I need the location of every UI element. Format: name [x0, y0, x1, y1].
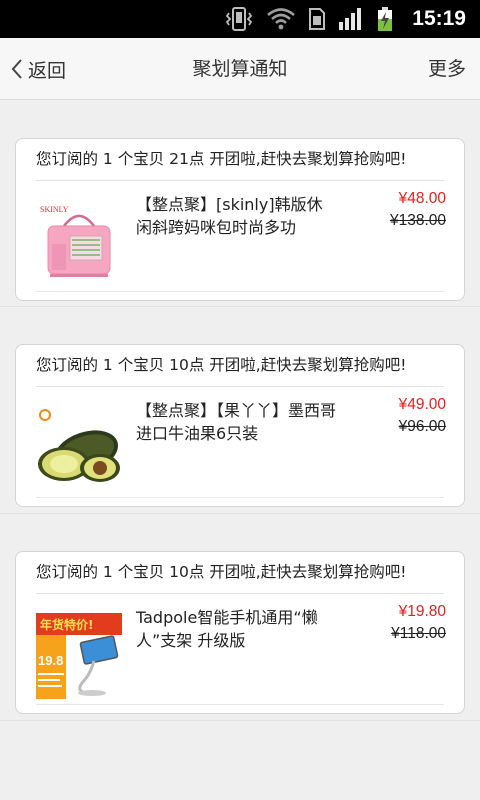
card-divider — [36, 497, 444, 498]
product-thumbnail: 年货特价! 19.8 — [36, 613, 122, 699]
status-bar: 15:19 — [0, 0, 480, 38]
product-thumbnail — [38, 409, 120, 482]
product-original-price: ¥96.00 — [398, 418, 446, 435]
product-item[interactable]: SKINLY 【整点聚】[skinly]韩版休闲斜跨妈咪包时尚多功 ¥48.00… — [36, 182, 446, 292]
notification-message: 您订阅的 1 个宝贝 10点 开团啦,赶快去聚划算抢购吧! — [36, 345, 444, 387]
product-item[interactable]: 【整点聚】【果丫丫】墨西哥进口牛油果6只装 ¥49.00 ¥96.00 — [36, 388, 446, 498]
wifi-icon — [267, 8, 296, 30]
product-name: 【整点聚】[skinly]韩版休闲斜跨妈咪包时尚多功 — [136, 195, 323, 237]
notification-section: 您订阅的 1 个宝贝 10点 开团啦,赶快去聚划算抢购吧! 年货特价! 19.8… — [0, 514, 480, 721]
page-title: 聚划算通知 — [192, 58, 288, 80]
sim-icon — [309, 8, 326, 30]
card-divider — [36, 291, 444, 292]
thumb-banner-text: 年货特价! — [40, 617, 93, 632]
battery-charging-icon — [378, 7, 393, 31]
status-icons: 15:19 — [224, 6, 466, 32]
product-name: Tadpole智能手机通用“懒人”支架 升级版 — [136, 608, 318, 650]
nav-bar: 返回 聚划算通知 更多 — [0, 38, 480, 100]
notification-message: 您订阅的 1 个宝贝 21点 开团啦,赶快去聚划算抢购吧! — [36, 139, 444, 181]
notification-card: 您订阅的 1 个宝贝 10点 开团啦,赶快去聚划算抢购吧! 年货特价! 19.8… — [15, 551, 465, 714]
signal-icon — [339, 8, 362, 30]
more-button[interactable]: 更多 — [428, 38, 466, 100]
clock: 15:19 — [412, 7, 466, 30]
thumb-brand-logo: SKINLY — [40, 205, 69, 214]
product-original-price: ¥138.00 — [389, 212, 446, 229]
card-divider — [36, 704, 444, 705]
product-thumbnail: SKINLY — [40, 205, 111, 277]
vibrate-icon — [226, 7, 253, 31]
product-original-price: ¥118.00 — [391, 625, 446, 642]
notification-section: 您订阅的 1 个宝贝 10点 开团啦,赶快去聚划算抢购吧! 【整点聚】【果丫丫】… — [0, 307, 480, 514]
notification-card: 您订阅的 1 个宝贝 10点 开团啦,赶快去聚划算抢购吧! 【整点聚】【果丫丫】… — [15, 344, 465, 507]
thumb-price-text: 19.8 — [38, 653, 63, 668]
brand-logo-icon — [39, 409, 51, 421]
notification-section: 您订阅的 1 个宝贝 21点 开团啦,赶快去聚划算抢购吧! SKINLY 【整点… — [0, 101, 480, 307]
product-price: ¥49.00 — [398, 396, 446, 413]
product-item[interactable]: 年货特价! 19.8 Tadpole智能手机通用“懒人”支架 升级版 ¥19.8… — [36, 595, 446, 705]
product-price: ¥48.00 — [398, 190, 446, 207]
product-price: ¥19.80 — [398, 603, 446, 620]
product-name: 【整点聚】【果丫丫】墨西哥进口牛油果6只装 — [136, 401, 337, 443]
notification-message: 您订阅的 1 个宝贝 10点 开团啦,赶快去聚划算抢购吧! — [36, 552, 444, 594]
notification-card: 您订阅的 1 个宝贝 21点 开团啦,赶快去聚划算抢购吧! SKINLY 【整点… — [15, 138, 465, 301]
notification-list: 您订阅的 1 个宝贝 21点 开团啦,赶快去聚划算抢购吧! SKINLY 【整点… — [0, 101, 480, 721]
